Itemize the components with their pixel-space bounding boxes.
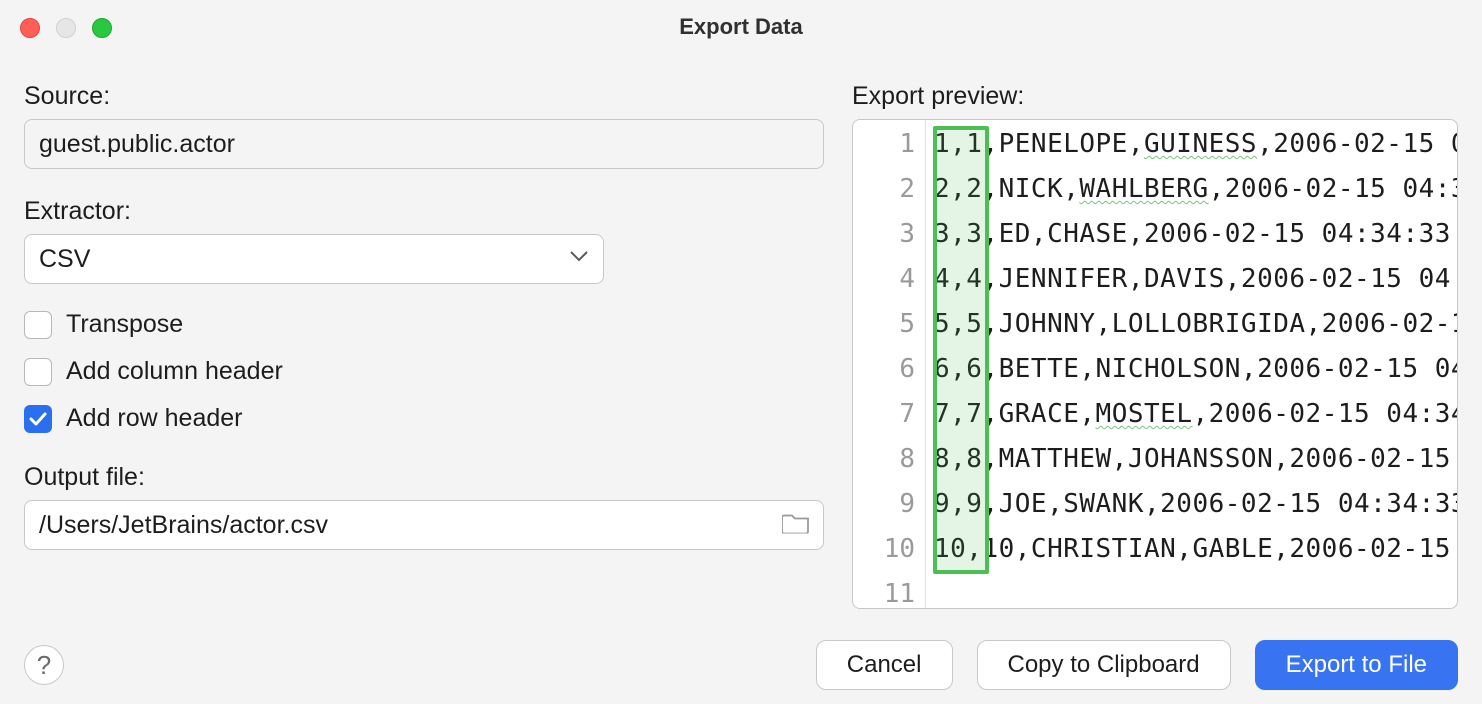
source-value: guest.public.actor xyxy=(39,130,235,159)
help-button[interactable]: ? xyxy=(24,645,64,685)
line-number: 9 xyxy=(853,482,915,527)
preview-code[interactable]: 1,1,PENELOPE,GUINESS,2006-02-15 02,2,NIC… xyxy=(926,120,1457,608)
add-row-header-checkbox[interactable] xyxy=(24,405,52,433)
export-to-file-button[interactable]: Export to File xyxy=(1255,640,1458,690)
preview-line: 5,5,JOHNNY,LOLLOBRIGIDA,2006-02-1 xyxy=(934,302,1457,347)
transpose-label: Transpose xyxy=(66,310,183,339)
preview-line: 4,4,JENNIFER,DAVIS,2006-02-15 04: xyxy=(934,257,1457,302)
export-data-dialog: Export Data Source: guest.public.actor E… xyxy=(0,0,1482,704)
line-number: 11 xyxy=(853,572,915,609)
output-file-field[interactable] xyxy=(24,500,824,550)
line-number: 5 xyxy=(853,302,915,347)
transpose-checkbox[interactable] xyxy=(24,311,52,339)
window-title: Export Data xyxy=(679,14,802,40)
titlebar: Export Data xyxy=(0,0,1482,54)
line-number: 6 xyxy=(853,347,915,392)
preview-line: 1,1,PENELOPE,GUINESS,2006-02-15 0 xyxy=(934,122,1457,167)
add-row-header-label: Add row header xyxy=(66,404,243,433)
preview-line: 8,8,MATTHEW,JOHANSSON,2006-02-15 xyxy=(934,437,1457,482)
extractor-label: Extractor: xyxy=(24,197,824,226)
maximize-window-button[interactable] xyxy=(92,18,112,38)
preview-line: 7,7,GRACE,MOSTEL,2006-02-15 04:34 xyxy=(934,392,1457,437)
add-column-header-checkbox[interactable] xyxy=(24,358,52,386)
output-file-input[interactable] xyxy=(39,511,809,540)
line-number: 8 xyxy=(853,437,915,482)
preview-line: 9,9,JOE,SWANK,2006-02-15 04:34:33 xyxy=(934,482,1457,527)
source-label: Source: xyxy=(24,82,824,111)
line-number-gutter: 1234567891011 xyxy=(853,120,925,608)
minimize-window-button[interactable] xyxy=(56,18,76,38)
browse-folder-icon[interactable] xyxy=(782,512,810,539)
preview-label: Export preview: xyxy=(852,82,1458,111)
extractor-value: CSV xyxy=(39,245,90,274)
line-number: 1 xyxy=(853,122,915,167)
preview-line: 10,10,CHRISTIAN,GABLE,2006-02-15 xyxy=(934,527,1457,572)
close-window-button[interactable] xyxy=(20,18,40,38)
line-number: 10 xyxy=(853,527,915,572)
source-field[interactable]: guest.public.actor xyxy=(24,119,824,169)
cancel-button[interactable]: Cancel xyxy=(816,640,953,690)
add-column-header-label: Add column header xyxy=(66,357,283,386)
line-number: 2 xyxy=(853,167,915,212)
copy-to-clipboard-button[interactable]: Copy to Clipboard xyxy=(977,640,1231,690)
window-controls xyxy=(20,18,112,38)
form-pane: Source: guest.public.actor Extractor: CS… xyxy=(24,64,824,609)
preview-line: 6,6,BETTE,NICHOLSON,2006-02-15 04 xyxy=(934,347,1457,392)
line-number: 3 xyxy=(853,212,915,257)
preview-box[interactable]: 1234567891011 1,1,PENELOPE,GUINESS,2006-… xyxy=(852,119,1458,609)
extractor-select[interactable]: CSV xyxy=(24,234,604,284)
preview-pane: Export preview: 1234567891011 1,1,PENELO… xyxy=(852,64,1458,609)
preview-line: 3,3,ED,CHASE,2006-02-15 04:34:33. xyxy=(934,212,1457,257)
line-number: 4 xyxy=(853,257,915,302)
line-number: 7 xyxy=(853,392,915,437)
output-file-label: Output file: xyxy=(24,463,824,492)
preview-line: 2,2,NICK,WAHLBERG,2006-02-15 04:3 xyxy=(934,167,1457,212)
